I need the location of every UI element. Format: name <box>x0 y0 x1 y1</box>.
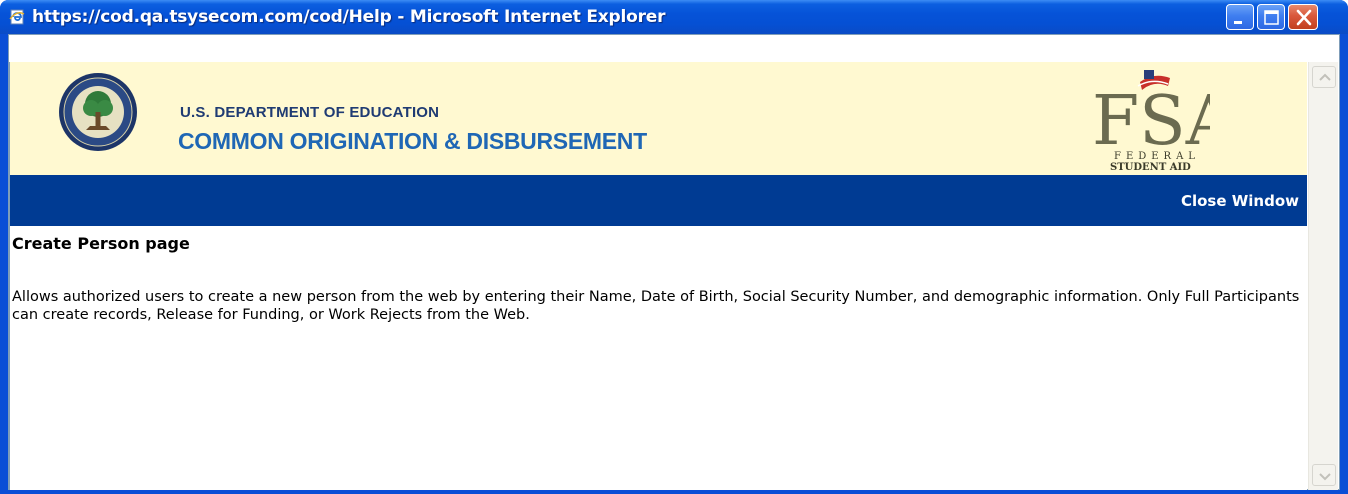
svg-text:STUDENT AID: STUDENT AID <box>1110 162 1191 172</box>
close-window-link[interactable]: Close Window <box>1181 192 1299 210</box>
scroll-down-button[interactable] <box>1312 464 1336 486</box>
svg-text:FEDERAL: FEDERAL <box>1114 151 1200 162</box>
chevron-down-icon <box>1319 473 1331 481</box>
svg-text:FSA: FSA <box>1092 82 1210 161</box>
minimize-button[interactable] <box>1226 4 1254 30</box>
maximize-icon <box>1264 10 1279 25</box>
page-title: Create Person page <box>12 234 190 253</box>
vertical-scrollbar[interactable] <box>1308 62 1338 490</box>
close-icon <box>1296 9 1312 26</box>
window-title: https://cod.qa.tsysecom.com/cod/Help - M… <box>32 7 666 27</box>
close-button[interactable] <box>1288 4 1318 30</box>
department-seal-icon <box>59 73 137 151</box>
page-viewport: U.S. DEPARTMENT OF EDUCATION COMMON ORIG… <box>10 62 1307 490</box>
fsa-logo-icon: FSA FEDERAL STUDENT AID <box>1092 70 1210 172</box>
header-banner: U.S. DEPARTMENT OF EDUCATION COMMON ORIG… <box>10 62 1307 175</box>
help-description: Allows authorized users to create a new … <box>12 289 1300 323</box>
minimize-icon <box>1234 21 1242 24</box>
department-name: U.S. DEPARTMENT OF EDUCATION <box>180 104 440 121</box>
system-name: COMMON ORIGINATION & DISBURSEMENT <box>178 128 647 154</box>
title-bar[interactable]: https://cod.qa.tsysecom.com/cod/Help - M… <box>0 0 1348 34</box>
chevron-up-icon <box>1319 73 1331 81</box>
scroll-up-button[interactable] <box>1312 66 1336 88</box>
browser-window: https://cod.qa.tsysecom.com/cod/Help - M… <box>0 0 1348 494</box>
maximize-button[interactable] <box>1257 4 1285 30</box>
nav-bar: Close Window <box>10 175 1307 226</box>
ie-page-icon <box>8 8 26 26</box>
